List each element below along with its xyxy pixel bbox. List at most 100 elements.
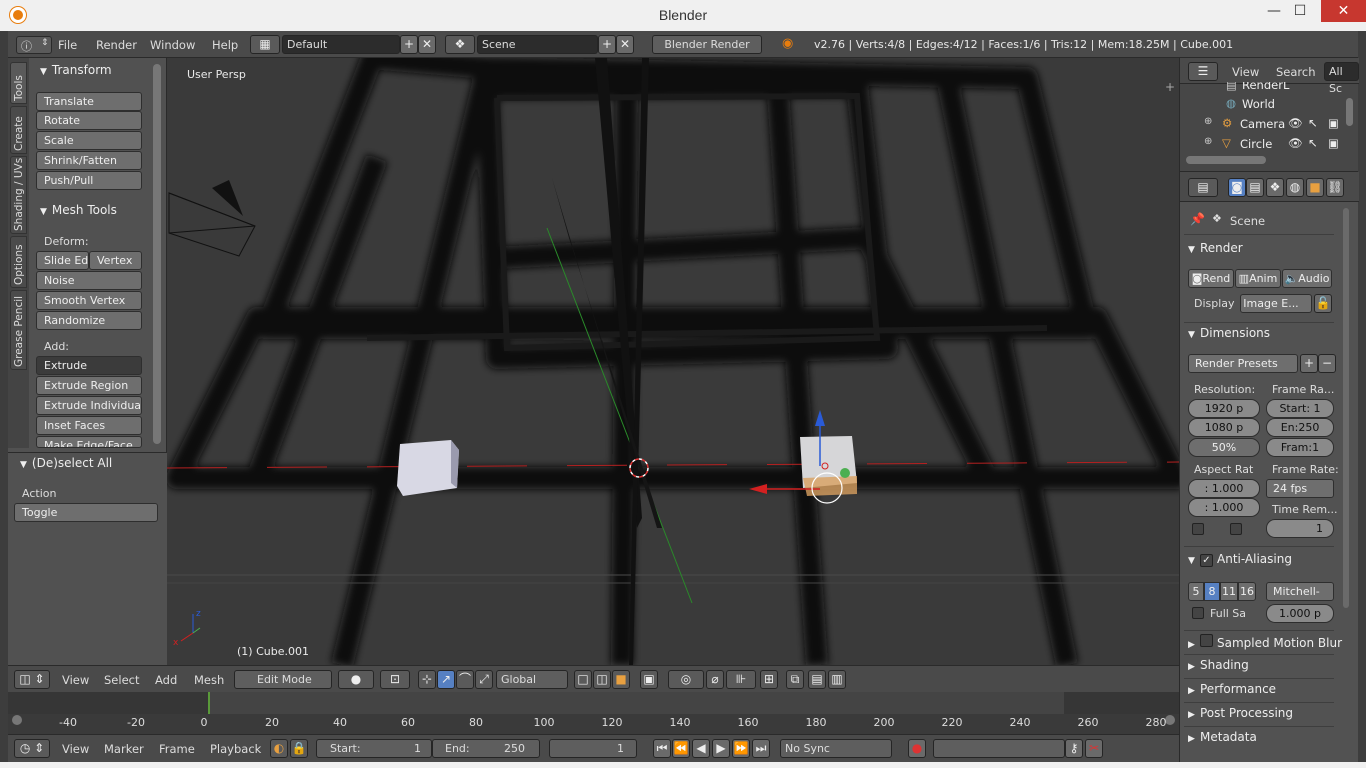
crop-checkbox[interactable] bbox=[1230, 523, 1242, 535]
push-pull-button[interactable]: Push/Pull bbox=[36, 171, 142, 190]
post-processing-panel-header[interactable]: ▶ Post Processing bbox=[1188, 706, 1293, 720]
render-still-icon[interactable]: ▤ bbox=[808, 670, 826, 689]
remove-preset-button[interactable]: − bbox=[1318, 354, 1336, 373]
menu-mesh[interactable]: Mesh bbox=[194, 673, 224, 687]
limit-selection-icon[interactable]: ▣ bbox=[640, 670, 658, 689]
slide-edge-button[interactable]: Slide Ed bbox=[36, 251, 89, 270]
tab-grease-pencil[interactable]: Grease Pencil bbox=[10, 290, 27, 370]
scene-icon[interactable]: ❖ bbox=[445, 35, 475, 54]
lock-interface-icon[interactable]: 🔓 bbox=[1314, 294, 1332, 313]
render-audio-button[interactable]: 🔈Audio bbox=[1282, 269, 1332, 288]
display-mode-select[interactable]: Image E... bbox=[1240, 294, 1312, 313]
tab-create[interactable]: Create bbox=[10, 106, 27, 154]
end-frame-field[interactable]: End: 250 bbox=[432, 739, 540, 758]
remove-layout-button[interactable]: ✕ bbox=[418, 35, 436, 54]
noise-button[interactable]: Noise bbox=[36, 271, 142, 290]
menu-render[interactable]: Render bbox=[96, 38, 137, 52]
frame-rate-select[interactable]: 24 fps bbox=[1266, 479, 1334, 498]
edge-select-icon[interactable]: ◫ bbox=[593, 670, 611, 689]
outliner-item-circle[interactable]: ⊕ ▽ Circle 👁 ↖ ▣ bbox=[1184, 134, 1342, 154]
render-animation-icon[interactable]: ▥ bbox=[828, 670, 846, 689]
motion-blur-checkbox-icon[interactable] bbox=[1200, 634, 1213, 647]
viewport-shading-button[interactable]: ● bbox=[338, 670, 374, 689]
render-engine-select[interactable]: Blender Render bbox=[652, 35, 762, 54]
render-layers-tab-icon[interactable]: ▤ bbox=[1246, 178, 1264, 197]
aa-samples-11[interactable]: 11 bbox=[1220, 582, 1238, 601]
outliner-filter-select[interactable]: All Sc bbox=[1324, 62, 1359, 95]
screen-layout-field[interactable]: Default bbox=[282, 35, 400, 54]
aspect-x-field[interactable]: : 1.000 bbox=[1188, 479, 1260, 498]
translate-button[interactable]: Translate bbox=[36, 92, 142, 111]
scene-tab-icon[interactable]: ❖ bbox=[1266, 178, 1284, 197]
action-select[interactable]: Toggle bbox=[14, 503, 158, 522]
sync-mode-select[interactable]: No Sync bbox=[780, 739, 892, 758]
outliner-menu-search[interactable]: Search bbox=[1276, 65, 1316, 79]
jump-end-icon[interactable]: ⏭ bbox=[752, 739, 770, 758]
outliner-vscrollbar[interactable] bbox=[1346, 98, 1353, 126]
add-scene-button[interactable]: + bbox=[598, 35, 616, 54]
filter-size-field[interactable]: 1.000 p bbox=[1266, 604, 1334, 623]
scene-field[interactable]: Scene bbox=[477, 35, 598, 54]
outliner-hscrollbar[interactable] bbox=[1186, 156, 1266, 164]
proportional-edit-button[interactable]: ◎ bbox=[668, 670, 704, 689]
aa-samples-16[interactable]: 16 bbox=[1238, 582, 1256, 601]
constraints-tab-icon[interactable]: ⛓ bbox=[1326, 178, 1344, 197]
menu-window[interactable]: Window bbox=[150, 38, 195, 52]
transform-panel-header[interactable]: ▼ Transform bbox=[40, 63, 112, 77]
shading-panel-header[interactable]: ▶ Shading bbox=[1188, 658, 1249, 672]
menu-playback[interactable]: Playback bbox=[210, 742, 261, 756]
aspect-y-field[interactable]: : 1.000 bbox=[1188, 498, 1260, 517]
copy-layers-icon[interactable]: ⧉ bbox=[786, 670, 804, 689]
menu-frame[interactable]: Frame bbox=[159, 742, 195, 756]
render-presets-select[interactable]: Render Presets bbox=[1188, 354, 1298, 373]
slide-vertex-button[interactable]: Vertex bbox=[89, 251, 142, 270]
close-window-button[interactable]: ✕ bbox=[1321, 0, 1366, 22]
deselect-all-panel-header[interactable]: ▼ (De)select All bbox=[20, 456, 112, 470]
performance-panel-header[interactable]: ▶ Performance bbox=[1188, 682, 1276, 696]
aa-filter-select[interactable]: Mitchell- bbox=[1266, 582, 1334, 601]
translate-manipulator-icon[interactable]: ↗ bbox=[437, 670, 455, 689]
renderable-camera-icon[interactable]: ▣ bbox=[1328, 116, 1339, 130]
outliner-item-world[interactable]: ◍ World bbox=[1184, 94, 1342, 114]
randomize-button[interactable]: Randomize bbox=[36, 311, 142, 330]
selectable-cursor-icon[interactable]: ↖ bbox=[1308, 136, 1318, 150]
scale-button[interactable]: Scale bbox=[36, 131, 142, 150]
shrink-fatten-button[interactable]: Shrink/Fatten bbox=[36, 151, 142, 170]
record-icon[interactable]: ● bbox=[908, 739, 926, 758]
start-frame-field[interactable]: Start: 1 bbox=[316, 739, 432, 758]
jump-keyframe-forward-icon[interactable]: ⏩ bbox=[732, 739, 750, 758]
add-preset-button[interactable]: + bbox=[1300, 354, 1318, 373]
render-panel-header[interactable]: ▼ Render bbox=[1188, 241, 1243, 255]
extrude-select[interactable]: Extrude bbox=[36, 356, 142, 375]
menu-add[interactable]: Add bbox=[155, 673, 177, 687]
outliner-item-renderlayers[interactable]: ▤ RenderL bbox=[1184, 82, 1342, 92]
visibility-eye-icon[interactable]: 👁 bbox=[1288, 136, 1303, 150]
dimensions-panel-header[interactable]: ▼ Dimensions bbox=[1188, 326, 1270, 340]
3d-viewport[interactable]: z x + User Persp (1) Cube.001 bbox=[167, 58, 1179, 665]
menu-file[interactable]: File bbox=[58, 38, 77, 52]
rotate-manipulator-icon[interactable]: ⌒ bbox=[456, 670, 474, 689]
rotate-button[interactable]: Rotate bbox=[36, 111, 142, 130]
pin-icon[interactable]: 📌 bbox=[1190, 212, 1205, 226]
metadata-panel-header[interactable]: ▶ Metadata bbox=[1188, 730, 1257, 744]
resolution-y-field[interactable]: 1080 p bbox=[1188, 418, 1260, 437]
preview-range-icon[interactable]: ◐ bbox=[270, 739, 288, 758]
jump-keyframe-back-icon[interactable]: ⏪ bbox=[672, 739, 690, 758]
current-frame-field[interactable]: 1 bbox=[549, 739, 637, 758]
editor-type-timeline-button[interactable]: ◷ ⇕ bbox=[14, 739, 50, 758]
outliner-item-camera[interactable]: ⊕ ⚙ Camera 👁 ↖ ▣ bbox=[1184, 114, 1342, 134]
render-image-button[interactable]: ◙Rend bbox=[1188, 269, 1234, 288]
menu-help[interactable]: Help bbox=[212, 38, 238, 52]
outliner[interactable]: ☰ View Search All Sc ▤ RenderL ◍ World ⊕… bbox=[1179, 58, 1359, 171]
snap-element-button[interactable]: ⊪ bbox=[726, 670, 756, 689]
vertex-select-icon[interactable]: □ bbox=[574, 670, 592, 689]
make-edge-face-button[interactable]: Make Edge/Face bbox=[36, 436, 142, 448]
motion-blur-panel-header[interactable]: ▶ Sampled Motion Blur bbox=[1188, 634, 1342, 650]
mode-select[interactable]: Edit Mode bbox=[234, 670, 332, 689]
screen-layout-icon[interactable]: ▦ bbox=[250, 35, 280, 54]
snap-target-icon[interactable]: ⊞ bbox=[760, 670, 778, 689]
maximize-button[interactable]: ☐ bbox=[1285, 0, 1315, 22]
smooth-vertex-button[interactable]: Smooth Vertex bbox=[36, 291, 142, 310]
frame-start-field[interactable]: Start: 1 bbox=[1266, 399, 1334, 418]
renderable-camera-icon[interactable]: ▣ bbox=[1328, 136, 1339, 150]
